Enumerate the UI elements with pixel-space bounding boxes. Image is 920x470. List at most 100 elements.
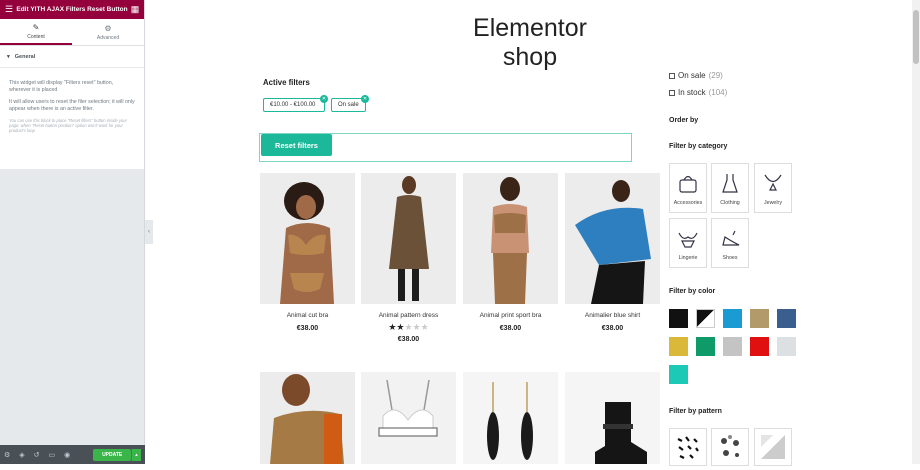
color-swatch-denim[interactable] (777, 309, 796, 328)
history-icon[interactable]: ↺ (34, 451, 40, 459)
section-general[interactable]: ▾ General (0, 46, 144, 68)
gear-icon: ⚙ (104, 23, 112, 33)
product-image[interactable] (260, 372, 355, 464)
preview-eye-icon[interactable]: ◉ (64, 451, 70, 459)
active-filters-heading: Active filters (263, 78, 310, 87)
heel-shoe-icon (722, 230, 740, 246)
update-button[interactable]: UPDATE (93, 448, 132, 461)
product-card[interactable] (463, 372, 558, 464)
product-name[interactable]: Animal print sport bra (463, 312, 558, 319)
dress-icon (722, 174, 738, 193)
section-general-label: General (14, 53, 36, 60)
category-label: Accessories (673, 200, 703, 206)
handbag-icon (679, 175, 697, 193)
color-swatch-light-grey[interactable] (777, 337, 796, 356)
category-lingerie[interactable]: Lingerie (669, 218, 707, 268)
color-swatch-yellow[interactable] (669, 337, 688, 356)
category-shoes[interactable]: Shoes (711, 218, 749, 268)
color-swatch-teal[interactable] (669, 365, 688, 384)
product-price: €38.00 (296, 325, 319, 332)
on-sale-label: On sale (678, 71, 706, 80)
description-line-1: This widget will display "Filters reset"… (9, 80, 114, 93)
product-card[interactable]: Animal pattern dress ★★★★★ €38.00 (361, 173, 456, 343)
product-image[interactable] (463, 173, 558, 304)
bra-icon (678, 232, 698, 248)
color-heading: Filter by color (669, 288, 716, 295)
chip-onsale-label: On sale (338, 102, 359, 108)
in-stock-label: In stock (678, 88, 706, 97)
collapse-panel-handle[interactable]: ‹ (145, 220, 153, 244)
color-swatch-black[interactable] (669, 309, 688, 328)
in-stock-filter[interactable]: In stock (104) (669, 88, 727, 97)
responsive-icon[interactable]: ▭ (49, 451, 56, 459)
pattern-heading: Filter by pattern (669, 408, 722, 415)
category-label: Jewelry (764, 200, 782, 206)
product-image[interactable] (565, 372, 660, 464)
chip-price-label: €10.00 - €100.00 (270, 102, 316, 108)
pencil-icon: ✎ (32, 22, 40, 32)
remove-onsale-filter-icon[interactable]: ✕ (361, 95, 369, 103)
product-image[interactable] (463, 372, 558, 464)
layers-icon[interactable]: ◈ (19, 451, 24, 459)
settings-icon[interactable]: ⚙ (4, 451, 10, 459)
editor-title: Edit YITH AJAX Filters Reset Button (16, 6, 128, 13)
product-price: €38.00 (397, 336, 420, 343)
product-image[interactable] (260, 173, 355, 304)
order-by-heading[interactable]: Order by (669, 117, 698, 124)
category-heading: Filter by category (669, 143, 728, 150)
reset-filters-button[interactable]: Reset filters (261, 134, 332, 156)
product-card[interactable]: Animal cut bra €38.00 (260, 173, 355, 332)
product-card[interactable]: Animal print sport bra €38.00 (463, 173, 558, 332)
category-jewelry[interactable]: Jewelry (754, 163, 792, 213)
widget-description: This widget will display "Filters reset"… (0, 68, 144, 169)
color-swatch-blue[interactable] (723, 309, 742, 328)
product-card[interactable] (565, 372, 660, 464)
product-image[interactable] (565, 173, 660, 304)
scrollbar-thumb[interactable] (913, 10, 919, 64)
page-scrollbar[interactable] (912, 0, 920, 464)
editor-header: ☰ Edit YITH AJAX Filters Reset Button ▦ (0, 0, 144, 19)
product-image[interactable] (361, 173, 456, 304)
pattern-swatch-geometric[interactable] (754, 428, 792, 466)
product-name[interactable]: Animal pattern dress (361, 312, 456, 319)
on-sale-count: (29) (708, 71, 723, 80)
editor-footer: ⚙ ◈ ↺ ▭ ◉ UPDATE ▴ (0, 445, 145, 464)
color-swatch-black-white[interactable] (696, 309, 715, 328)
description-line-2: It will allow users to reset the filer s… (9, 99, 135, 112)
category-label: Lingerie (678, 255, 698, 261)
grid-icon[interactable]: ▦ (130, 4, 140, 15)
remove-price-filter-icon[interactable]: ✕ (320, 95, 328, 103)
on-sale-checkbox[interactable] (669, 72, 675, 79)
preview-area: Elementor shop Active filters €10.00 - €… (153, 0, 912, 466)
product-price: €38.00 (499, 325, 522, 332)
pattern-swatch-floral[interactable] (711, 428, 749, 466)
color-swatch-red[interactable] (750, 337, 769, 356)
update-dropdown-icon[interactable]: ▴ (131, 448, 141, 461)
category-accessories[interactable]: Accessories (669, 163, 707, 213)
category-label: Shoes (722, 255, 738, 261)
tab-content-label: Content (27, 33, 45, 40)
product-card[interactable] (361, 372, 456, 464)
editor-tabs: ✎ Content ⚙ Advanced (0, 19, 144, 46)
on-sale-filter[interactable]: On sale (29) (669, 71, 723, 80)
category-clothing[interactable]: Clothing (711, 163, 749, 213)
product-name[interactable]: Animalier blue shirt (565, 312, 660, 319)
product-image[interactable] (361, 372, 456, 464)
color-swatch-green[interactable] (696, 337, 715, 356)
page-title: Elementor shop (473, 14, 587, 71)
active-filter-price-chip[interactable]: €10.00 - €100.00 ✕ (263, 95, 328, 112)
description-note: You can use this block to place "Reset f… (9, 118, 127, 133)
color-swatch-beige[interactable] (750, 309, 769, 328)
product-rating: ★★★★★ (388, 322, 429, 332)
tab-advanced[interactable]: ⚙ Advanced (72, 19, 144, 45)
in-stock-checkbox[interactable] (669, 89, 675, 96)
product-name[interactable]: Animal cut bra (260, 312, 355, 319)
active-filter-onsale-chip[interactable]: On sale ✕ (331, 95, 369, 112)
product-card[interactable]: Animalier blue shirt €38.00 (565, 173, 660, 332)
pattern-swatch-animal[interactable] (669, 428, 707, 466)
tab-content[interactable]: ✎ Content (0, 19, 72, 45)
menu-icon[interactable]: ☰ (4, 4, 14, 15)
tab-advanced-label: Advanced (96, 34, 120, 41)
product-card[interactable] (260, 372, 355, 464)
color-swatch-grey[interactable] (723, 337, 742, 356)
